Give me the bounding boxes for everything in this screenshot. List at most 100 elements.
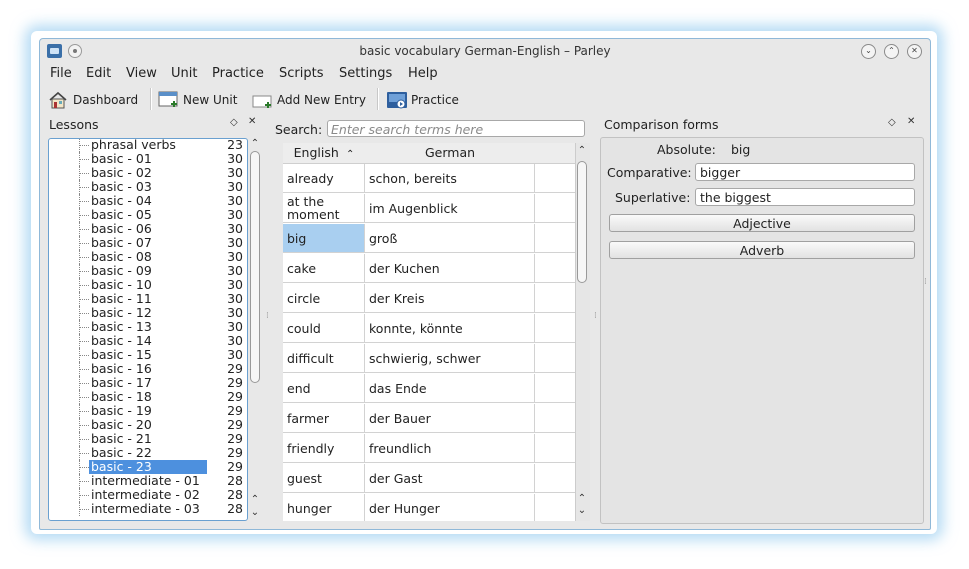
menu-unit[interactable]: Unit	[171, 66, 197, 81]
german-cell[interactable]: der Kuchen	[365, 254, 535, 283]
german-cell[interactable]: konnte, könnte	[365, 314, 535, 343]
english-cell[interactable]: guest	[283, 464, 365, 493]
dock-close-icon[interactable]: ✕	[907, 116, 915, 127]
table-row[interactable]: big groß	[283, 224, 576, 254]
empty-cell[interactable]	[535, 194, 576, 223]
splitter-handle[interactable]: ⁞	[594, 311, 597, 321]
lessons-tree[interactable]: phrasal verbs 23 basic - 01 30 basic - 02 30 b…	[48, 138, 248, 521]
lesson-item[interactable]: basic - 10 30	[49, 278, 247, 292]
lesson-item[interactable]: basic - 18 29	[49, 390, 247, 404]
adjective-button[interactable]: Adjective	[609, 214, 915, 232]
search-input[interactable]: Enter search terms here	[327, 120, 585, 137]
german-cell[interactable]: der Gast	[365, 464, 535, 493]
lesson-item[interactable]: basic - 23 29	[49, 460, 247, 474]
english-cell[interactable]: at the moment	[283, 194, 365, 223]
lesson-item[interactable]: basic - 02 30	[49, 166, 247, 180]
german-cell[interactable]: der Hunger	[365, 494, 535, 521]
lesson-item[interactable]: basic - 01 30	[49, 152, 247, 166]
table-row[interactable]: already schon, bereits	[283, 164, 576, 194]
scroll-down-icon[interactable]: ⌄	[576, 505, 588, 516]
german-cell[interactable]: freundlich	[365, 434, 535, 463]
lesson-item[interactable]: basic - 03 30	[49, 180, 247, 194]
lesson-item[interactable]: basic - 13 30	[49, 320, 247, 334]
empty-cell[interactable]	[535, 404, 576, 433]
scroll-up-icon[interactable]: ⌃	[576, 145, 588, 156]
table-row[interactable]: difficult schwierig, schwer	[283, 344, 576, 374]
empty-cell[interactable]	[535, 164, 576, 193]
lesson-item[interactable]: basic - 15 30	[49, 348, 247, 362]
lesson-item[interactable]: basic - 11 30	[49, 292, 247, 306]
german-cell[interactable]: groß	[365, 224, 535, 253]
lesson-item[interactable]: basic - 06 30	[49, 222, 247, 236]
lesson-item[interactable]: intermediate - 03 28	[49, 502, 247, 516]
lesson-item[interactable]: phrasal verbs 23	[49, 139, 247, 152]
scroll-down-icon[interactable]: ⌄	[249, 507, 261, 518]
lesson-item[interactable]: basic - 05 30	[49, 208, 247, 222]
float-icon[interactable]: ◇	[888, 117, 896, 128]
dashboard-button[interactable]: Dashboard	[48, 90, 138, 110]
scroll-up-icon[interactable]: ⌃	[249, 138, 261, 149]
scroll-up-icon[interactable]: ⌃	[576, 493, 588, 504]
german-cell[interactable]: schwierig, schwer	[365, 344, 535, 373]
lesson-item[interactable]: basic - 14 30	[49, 334, 247, 348]
empty-cell[interactable]	[535, 314, 576, 343]
practice-button[interactable]: Practice	[386, 90, 459, 110]
splitter-handle[interactable]: ⁞	[266, 311, 269, 321]
dock-close-icon[interactable]: ✕	[248, 116, 256, 127]
english-cell[interactable]: hunger	[283, 494, 365, 521]
table-row[interactable]: at the moment im Augenblick	[283, 194, 576, 224]
empty-cell[interactable]	[535, 344, 576, 373]
lesson-item[interactable]: basic - 19 29	[49, 404, 247, 418]
empty-cell[interactable]	[535, 224, 576, 253]
german-cell[interactable]: der Kreis	[365, 284, 535, 313]
table-row[interactable]: could konnte, könnte	[283, 314, 576, 344]
lesson-item[interactable]: basic - 22 29	[49, 446, 247, 460]
table-row[interactable]: hunger der Hunger	[283, 494, 576, 521]
german-cell[interactable]: der Bauer	[365, 404, 535, 433]
empty-cell[interactable]	[535, 434, 576, 463]
german-cell[interactable]: schon, bereits	[365, 164, 535, 193]
menu-view[interactable]: View	[126, 66, 157, 81]
menu-help[interactable]: Help	[408, 66, 438, 81]
lesson-item[interactable]: basic - 07 30	[49, 236, 247, 250]
float-icon[interactable]: ◇	[230, 117, 238, 128]
table-row[interactable]: cake der Kuchen	[283, 254, 576, 284]
lesson-item[interactable]: basic - 08 30	[49, 250, 247, 264]
lesson-item[interactable]: intermediate - 02 28	[49, 488, 247, 502]
add-new-entry-button[interactable]: Add New Entry	[252, 90, 366, 110]
scroll-up-icon[interactable]: ⌃	[249, 494, 261, 505]
maximize-icon[interactable]: ⌃	[884, 44, 899, 59]
lesson-item[interactable]: basic - 04 30	[49, 194, 247, 208]
english-cell[interactable]: difficult	[283, 344, 365, 373]
minimize-icon[interactable]: ⌄	[861, 44, 876, 59]
menu-edit[interactable]: Edit	[86, 66, 111, 81]
lesson-item[interactable]: basic - 09 30	[49, 264, 247, 278]
table-row[interactable]: friendly freundlich	[283, 434, 576, 464]
comparative-input[interactable]: bigger	[695, 163, 915, 181]
adverb-button[interactable]: Adverb	[609, 241, 915, 259]
german-cell[interactable]: im Augenblick	[365, 194, 535, 223]
lesson-item[interactable]: basic - 17 29	[49, 376, 247, 390]
splitter-handle[interactable]: ⁞	[924, 277, 927, 287]
english-cell[interactable]: already	[283, 164, 365, 193]
empty-cell[interactable]	[535, 464, 576, 493]
empty-cell[interactable]	[535, 254, 576, 283]
empty-cell[interactable]	[535, 284, 576, 313]
english-cell[interactable]: farmer	[283, 404, 365, 433]
table-scroll-thumb[interactable]	[577, 161, 587, 283]
empty-cell[interactable]	[535, 494, 576, 521]
lessons-scroll-thumb[interactable]	[250, 151, 260, 383]
english-cell[interactable]: friendly	[283, 434, 365, 463]
lesson-item[interactable]: basic - 21 29	[49, 432, 247, 446]
column-header-english[interactable]: English ⌃	[283, 143, 365, 164]
menu-settings[interactable]: Settings	[339, 66, 392, 81]
english-cell[interactable]: cake	[283, 254, 365, 283]
english-cell[interactable]: circle	[283, 284, 365, 313]
german-cell[interactable]: das Ende	[365, 374, 535, 403]
table-row[interactable]: end das Ende	[283, 374, 576, 404]
lesson-item[interactable]: basic - 12 30	[49, 306, 247, 320]
lesson-item[interactable]: intermediate - 01 28	[49, 474, 247, 488]
english-cell[interactable]: could	[283, 314, 365, 343]
table-row[interactable]: guest der Gast	[283, 464, 576, 494]
superlative-input[interactable]: the biggest	[695, 188, 915, 206]
